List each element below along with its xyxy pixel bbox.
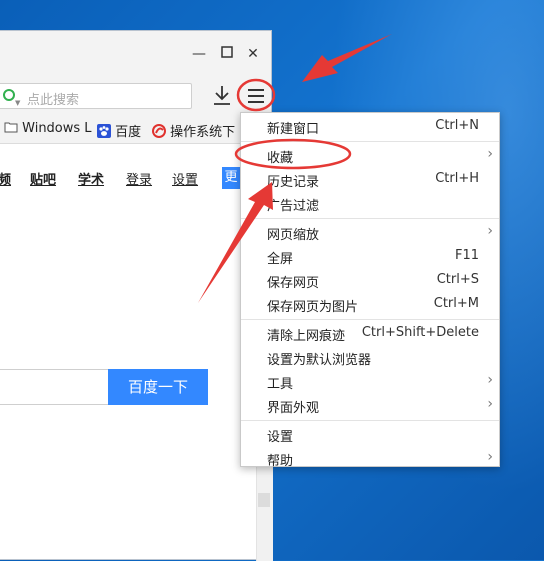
bookmark-label: 操作系统下 <box>170 125 236 140</box>
scrollbar-thumb[interactable] <box>258 493 270 507</box>
bookmark-label: Windows L <box>22 121 92 136</box>
menu-item-label: 工具 <box>267 377 294 392</box>
menu-item-label: 设置 <box>267 430 294 445</box>
menu-item-shortcut: Ctrl+H <box>435 171 479 186</box>
menu-item-label: 广告过滤 <box>267 199 320 214</box>
menu-item-help[interactable]: 帮助 › <box>241 447 499 471</box>
more-products-button[interactable]: 更 <box>222 167 240 189</box>
menu-item-shortcut: Ctrl+Shift+Delete <box>361 325 479 340</box>
download-icon[interactable] <box>211 83 233 107</box>
menu-item-shortcut: Ctrl+M <box>433 296 479 311</box>
menu-item-zoom[interactable]: 网页缩放 › <box>241 221 499 245</box>
menu-divider <box>241 218 499 219</box>
menu-item-shortcut: Ctrl+N <box>435 118 479 133</box>
menu-item-ad-filter[interactable]: 广告过滤 <box>241 192 499 216</box>
menu-divider <box>241 420 499 421</box>
menu-item-favorites[interactable]: 收藏 › <box>241 144 499 168</box>
chevron-right-icon: › <box>487 146 493 162</box>
menu-item-label: 收藏 <box>267 151 294 166</box>
menu-divider <box>241 319 499 320</box>
search-input[interactable] <box>0 369 110 405</box>
menu-item-label: 历史记录 <box>267 175 320 190</box>
address-placeholder: 点此搜索 <box>27 93 80 108</box>
bookmark-baidu[interactable]: 百度 <box>97 121 141 140</box>
bookmark-favicon-icon <box>152 124 166 138</box>
chevron-right-icon: › <box>487 449 493 465</box>
search-button[interactable]: 百度一下 <box>108 369 208 405</box>
menu-item-new-window[interactable]: 新建窗口 Ctrl+N <box>241 115 499 139</box>
menu-divider <box>241 141 499 142</box>
title-bar: — ✕ <box>0 31 271 81</box>
menu-item-shortcut: F11 <box>454 248 479 263</box>
chevron-down-icon: ▼ <box>15 99 21 107</box>
menu-item-label: 界面外观 <box>267 401 320 416</box>
menu-item-save-page[interactable]: 保存网页 Ctrl+S <box>241 269 499 293</box>
menu-item-save-as-image[interactable]: 保存网页为图片 Ctrl+M <box>241 293 499 317</box>
menu-item-clear-traces[interactable]: 清除上网痕迹 Ctrl+Shift+Delete <box>241 322 499 346</box>
baidu-paw-icon <box>97 124 111 138</box>
main-menu-dropdown: 新建窗口 Ctrl+N 收藏 › 历史记录 Ctrl+H 广告过滤 网页缩放 ›… <box>240 112 500 469</box>
menu-item-label: 保存网页为图片 <box>267 300 359 315</box>
menu-item-label: 网页缩放 <box>267 228 320 243</box>
bookmarks-bar: Windows L 百度 操作系统下 <box>0 117 271 144</box>
menu-item-set-default[interactable]: 设置为默认浏览器 <box>241 346 499 370</box>
nav-link-tieba[interactable]: 贴吧 <box>30 169 56 188</box>
chevron-right-icon: › <box>487 372 493 388</box>
menu-item-history[interactable]: 历史记录 Ctrl+H <box>241 168 499 192</box>
address-bar[interactable]: ▼ 点此搜索 <box>0 83 192 109</box>
minimize-icon[interactable]: — <box>190 45 208 63</box>
nav-link-login[interactable]: 登录 <box>126 169 152 188</box>
menu-item-label: 新建窗口 <box>267 122 320 137</box>
browser-window: — ✕ ▼ 点此搜索 Windows L 百度 操作系统下 频 贴吧 学术 登录… <box>0 30 273 561</box>
nav-link-video[interactable]: 频 <box>0 169 11 188</box>
chevron-right-icon: › <box>487 223 493 239</box>
nav-link-xueshu[interactable]: 学术 <box>78 169 104 188</box>
close-icon[interactable]: ✕ <box>244 45 262 63</box>
menu-item-label: 设置为默认浏览器 <box>267 353 372 368</box>
folder-icon <box>4 122 18 133</box>
menu-item-tools[interactable]: 工具 › <box>241 370 499 394</box>
menu-item-appearance[interactable]: 界面外观 › <box>241 394 499 418</box>
bookmark-windows[interactable]: Windows L <box>4 121 92 136</box>
main-menu-button[interactable] <box>242 82 270 110</box>
bookmark-label: 百度 <box>115 125 142 140</box>
menu-item-label: 保存网页 <box>267 276 320 291</box>
menu-item-label: 帮助 <box>267 454 294 469</box>
nav-link-settings[interactable]: 设置 <box>172 169 198 188</box>
menu-item-shortcut: Ctrl+S <box>436 272 479 287</box>
page-nav: 频 贴吧 学术 登录 设置 更 <box>0 143 271 189</box>
menu-item-label: 清除上网痕迹 <box>267 329 346 344</box>
toolbar: ▼ 点此搜索 <box>0 81 271 117</box>
menu-item-label: 全屏 <box>267 252 294 267</box>
maximize-icon[interactable] <box>218 45 236 63</box>
chevron-right-icon: › <box>487 396 493 412</box>
menu-item-settings[interactable]: 设置 <box>241 423 499 447</box>
bookmark-os-download[interactable]: 操作系统下 <box>152 121 235 140</box>
search-engine-icon[interactable] <box>3 89 15 101</box>
menu-item-fullscreen[interactable]: 全屏 F11 <box>241 245 499 269</box>
